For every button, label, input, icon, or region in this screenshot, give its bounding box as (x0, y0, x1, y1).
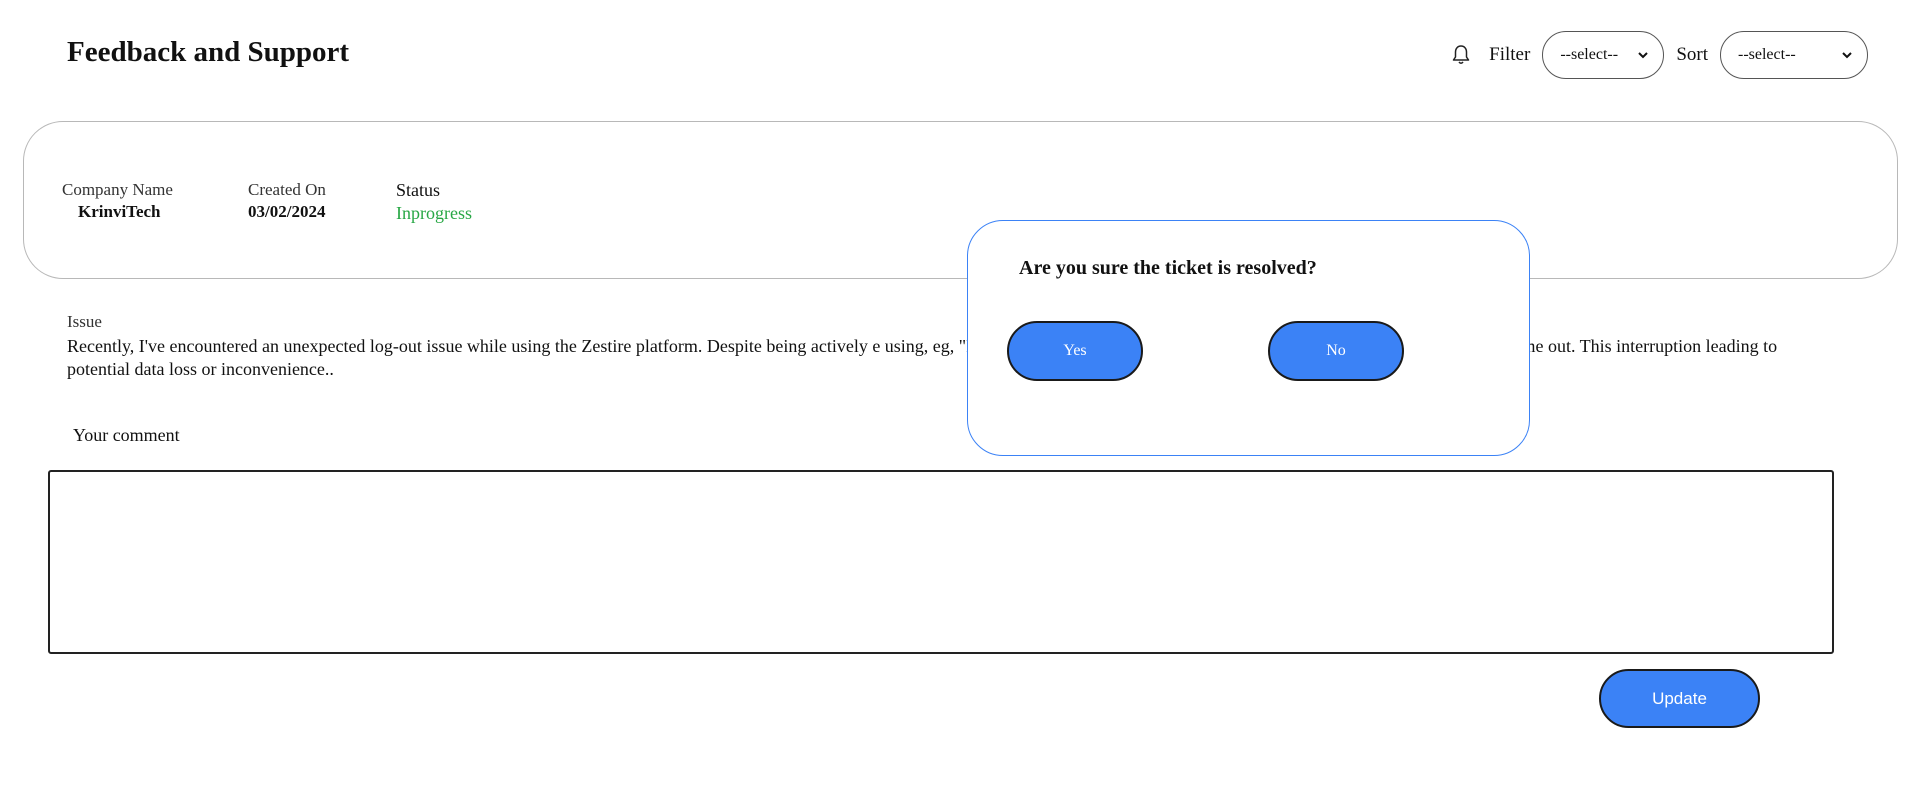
filter-label: Filter (1489, 44, 1531, 65)
update-button[interactable]: Update (1599, 669, 1760, 728)
sort-select[interactable]: --select-- (1720, 31, 1868, 79)
status-info: Status Inprogress (396, 180, 472, 224)
bell-icon[interactable] (1449, 43, 1473, 67)
yes-button[interactable]: Yes (1007, 321, 1143, 381)
issue-label: Issue (67, 312, 102, 331)
chevron-down-icon (1842, 52, 1852, 59)
created-on-value: 03/02/2024 (248, 202, 326, 221)
page-title: Feedback and Support (67, 36, 350, 68)
filter-select-value: --select-- (1560, 46, 1619, 63)
comment-label: Your comment (73, 425, 180, 445)
ticket-info-card: Company Name KrinviTech Created On 03/02… (23, 121, 1898, 279)
no-button[interactable]: No (1268, 321, 1404, 381)
bell-icon-svg (1452, 45, 1470, 64)
company-info: Company Name KrinviTech (62, 180, 173, 222)
filter-select[interactable]: --select-- (1542, 31, 1665, 79)
created-info: Created On 03/02/2024 (248, 180, 326, 222)
chevron-down-icon (1638, 52, 1649, 59)
sort-label: Sort (1676, 44, 1708, 65)
company-name-label: Company Name (62, 180, 173, 199)
sort-select-value: --select-- (1738, 46, 1796, 63)
company-name-value: KrinviTech (78, 202, 161, 221)
issue-description: Recently, I've encountered an unexpected… (67, 336, 1778, 379)
status-label: Status (396, 180, 441, 200)
toolbar: Filter --select-- Sort --select-- (1449, 31, 1868, 79)
status-badge: Inprogress (396, 203, 472, 223)
confirm-resolved-dialog: Are you sure the ticket is resolved? Yes… (967, 220, 1530, 456)
created-on-label: Created On (248, 180, 326, 199)
comment-textarea[interactable] (48, 470, 1834, 654)
dialog-title: Are you sure the ticket is resolved? (1019, 257, 1317, 279)
